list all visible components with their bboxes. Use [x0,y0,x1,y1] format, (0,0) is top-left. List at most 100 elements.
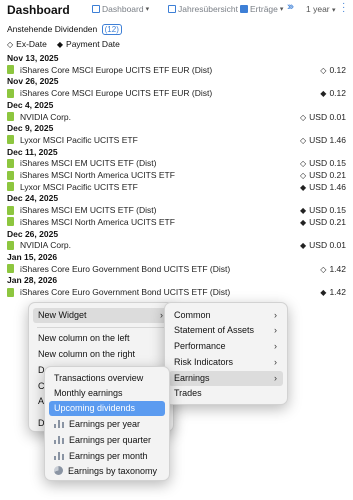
dividend-row[interactable]: NVIDIA Corp. ◇ USD 0.01 [7,112,346,122]
filled-diamond-icon: ◆ [320,89,327,99]
dividend-row[interactable]: iShares MSCI North America UCITS ETF ◇ USD… [7,170,346,180]
security-name: iShares Core MSCI Europe UCITS ETF EUR (… [20,88,213,99]
dividend-amount: ◇ USD 0.01 [299,111,346,122]
dividend-row[interactable]: iShares MSCI EM UCITS ETF (Dist) ◇ USD 0.1… [7,158,346,168]
date-heading: Jan 15, 2026 [7,251,58,262]
security-name: iShares MSCI EM UCITS ETF (Dist) [20,205,157,216]
document-icon [7,287,14,297]
security-name: iShares MSCI North America UCITS ETF [20,216,175,227]
period-selector[interactable]: 1 year ▾ [306,4,336,14]
pie-chart-icon [54,466,63,475]
dividend-row[interactable]: iShares Core Euro Government Bond UCITS … [7,264,346,274]
hollow-diamond-icon: ◇ [299,159,307,169]
widget-menu-item-common[interactable]: Common › [169,308,283,323]
dividend-amount: ◆ USD 0.01 [299,240,346,251]
dashboard-icon [168,5,176,13]
dividend-amount: ◇ USD 0.15 [299,158,346,169]
date-heading: Nov 13, 2025 [7,53,59,63]
chevron-down-icon: ▾ [145,6,150,13]
legend-payment-date: ◆ Payment Date [56,39,120,49]
earnings-submenu: Transactions overview Monthly earnings Upc… [44,366,170,481]
hollow-diamond-icon: ◇ [299,171,307,180]
dividend-amount: ◆ USD 1.46 [299,181,346,192]
widget-menu-item-statement-of-assets[interactable]: Statement of Assets › [169,323,283,338]
dividend-amount: ◆ 0.12 [320,88,346,99]
dividend-amount: ◆ USD 0.15 [299,205,346,216]
dividend-row[interactable]: iShares Core MSCI Europe UCITS ETF EUR (… [7,88,346,98]
kebab-menu-icon[interactable]: · · · [342,0,345,17]
breadcrumb-dashboard[interactable]: Dashboard ▾ [92,4,149,14]
security-name: iShares MSCI EM UCITS ETF (Dist) [20,158,157,169]
security-name: NVIDIA Corp. [20,240,72,251]
date-heading: Dec 11, 2025 [7,146,58,157]
legend-ex-date: ◇ Ex-Date [7,39,47,49]
dividend-row[interactable]: iShares MSCI EM UCITS ETF (Dist) ◆ USD 0.1… [7,205,346,215]
document-icon [7,182,14,192]
date-heading: Dec 4, 2025 [7,99,54,110]
document-icon [7,65,14,75]
document-icon [7,88,14,98]
chevron-right-icon: › [274,310,277,320]
date-heading: Dec 26, 2025 [7,228,59,239]
earnings-menu-item-earnings-per-month[interactable]: Earnings per month [49,449,165,464]
document-icon [7,135,14,145]
filled-diamond-icon: ◆ [299,241,307,251]
earnings-menu-item-upcoming-dividends[interactable]: Upcoming dividends [49,401,165,416]
breadcrumb-jahresuebersicht[interactable]: Jahresübersicht ▾ [168,4,244,14]
earnings-menu-item-earnings-by-taxonomy[interactable]: Earnings by taxonomy [49,464,165,479]
chevron-right-icon: › [274,325,277,335]
widget-menu-item-risk-indicators[interactable]: Risk Indicators › [169,355,283,370]
date-heading: Jan 28, 2026 [7,275,58,286]
hollow-diamond-icon: ◇ [7,40,14,49]
count-badge: (12) [101,24,122,35]
dividend-amount: ◆ 1.42 [320,287,346,297]
dividend-row[interactable]: iShares Core MSCI Europe UCITS ETF EUR (… [7,65,346,75]
dividend-amount: ◆ USD 0.21 [299,216,346,227]
date-heading: Nov 26, 2025 [7,76,59,87]
widget-menu-item-earnings[interactable]: Earnings › [169,371,283,386]
security-name: NVIDIA Corp. [20,111,72,122]
earnings-menu-item-monthly-earnings[interactable]: Monthly earnings [49,386,165,401]
date-heading: Dec 24, 2025 [7,193,59,204]
chevron-right-icon: › [274,341,277,351]
dividend-amount: ◇ USD 1.46 [299,134,346,145]
filled-diamond-icon: ◆ [299,217,307,227]
dividend-row[interactable]: NVIDIA Corp. ◆ USD 0.01 [7,240,346,250]
security-name: Lyxor MSCI Pacific UCITS ETF [20,134,138,145]
legend: ◇ Ex-Date ◆ Payment Date [7,39,120,49]
bar-chart-icon [54,452,64,460]
dividend-amount: ◇ 1.42 [320,263,346,274]
bar-chart-icon [54,436,64,444]
security-name: Lyxor MSCI Pacific UCITS ETF [20,181,138,192]
filled-diamond-icon: ◆ [320,288,327,297]
menu-item-new-widget[interactable]: New Widget › [33,308,169,323]
widget-menu-item-trades[interactable]: Trades [169,386,283,401]
breadcrumb-ertraege[interactable]: Erträge ▾ [240,4,283,14]
dashboard-icon [92,5,100,13]
earnings-menu-item-transactions-overview[interactable]: Transactions overview [49,371,165,386]
bar-chart-icon [54,420,64,428]
dividend-row[interactable]: iShares MSCI North America UCITS ETF ◆ USD… [7,217,346,227]
more-tabs-icon[interactable]: ››› [287,1,294,13]
upcoming-dividends-header: Anstehende Dividenden (12) [7,24,122,35]
menu-item-new-column-left[interactable]: New column on the left [33,331,169,346]
document-icon [7,240,14,250]
document-icon [7,205,14,215]
document-icon [7,170,14,180]
dividend-amount: ◇ 0.12 [320,64,346,75]
dividend-row[interactable]: Lyxor MSCI Pacific UCITS ETF ◆ USD 1.46 [7,182,346,192]
document-icon [7,217,14,227]
chevron-right-icon: › [274,357,277,367]
filled-diamond-icon: ◆ [299,206,307,216]
date-heading: Dec 9, 2025 [7,123,54,134]
menu-item-new-column-right[interactable]: New column on the right [33,347,169,362]
earnings-menu-item-earnings-per-year[interactable]: Earnings per year [49,417,165,432]
security-name: iShares Core Euro Government Bond UCITS … [20,287,231,297]
security-name: iShares Core Euro Government Bond UCITS … [20,263,231,274]
dividend-row[interactable]: Lyxor MSCI Pacific UCITS ETF ◇ USD 1.46 [7,135,346,145]
filled-diamond-icon: ◆ [299,182,307,192]
earnings-menu-item-earnings-per-quarter[interactable]: Earnings per quarter [49,433,165,448]
widget-menu-item-performance[interactable]: Performance › [169,339,283,354]
chevron-right-icon: › [274,373,277,383]
dividend-row[interactable]: iShares Core Euro Government Bond UCITS … [7,287,346,297]
